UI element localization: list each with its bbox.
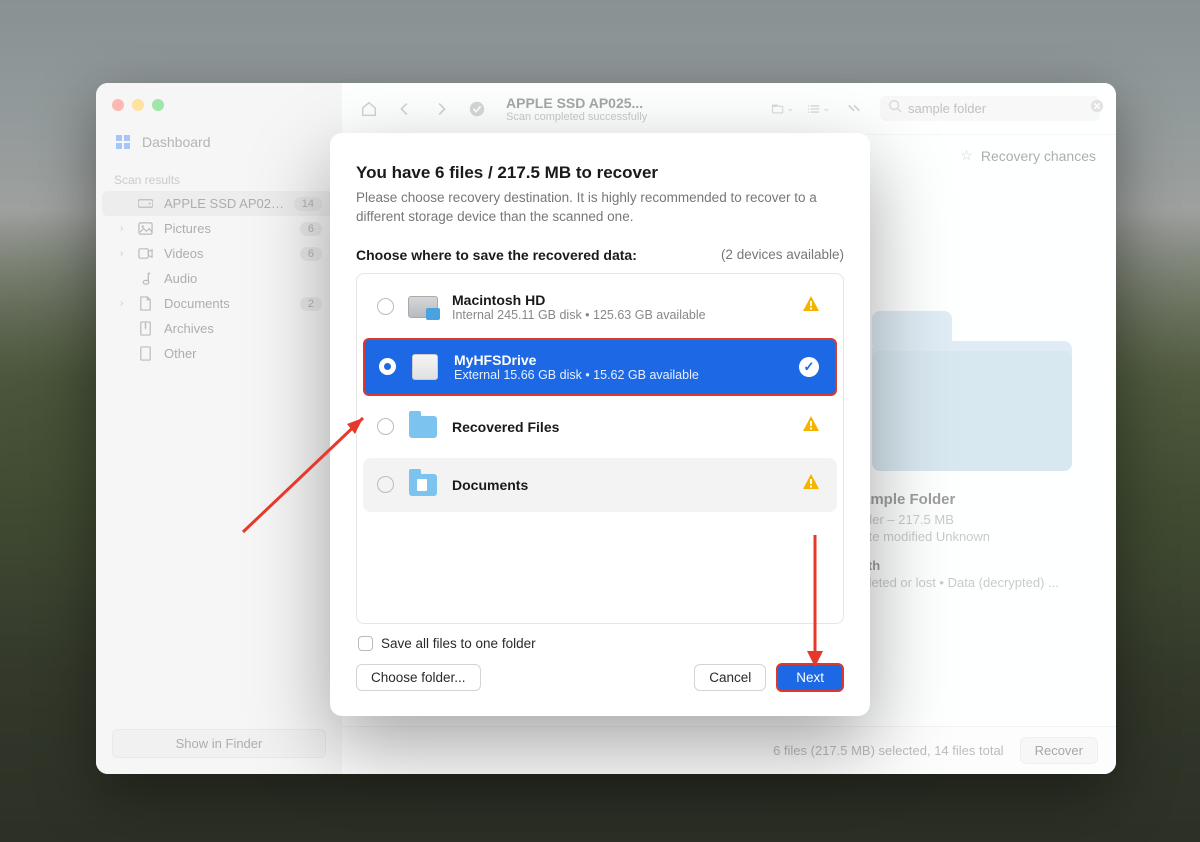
- warning-icon: [801, 472, 821, 497]
- folder-icon: [408, 470, 438, 500]
- devices-available: (2 devices available): [721, 247, 844, 262]
- destination-sub: Internal 245.11 GB disk • 125.63 GB avai…: [452, 308, 706, 322]
- destination-name: Documents: [452, 477, 528, 493]
- save-all-label: Save all files to one folder: [381, 636, 536, 651]
- check-icon: ✓: [799, 357, 819, 377]
- warning-icon: [801, 414, 821, 439]
- destination-macintosh-hd[interactable]: Macintosh HD Internal 245.11 GB disk • 1…: [363, 280, 837, 334]
- radio-icon[interactable]: [377, 476, 394, 493]
- modal-description: Please choose recovery destination. It i…: [356, 189, 844, 227]
- hdd-icon: [408, 292, 438, 322]
- destination-name: MyHFSDrive: [454, 352, 699, 368]
- choose-label: Choose where to save the recovered data:: [356, 247, 637, 263]
- radio-icon[interactable]: [377, 418, 394, 435]
- recovery-destination-dialog: You have 6 files / 217.5 MB to recover P…: [330, 133, 870, 716]
- folder-icon: [408, 412, 438, 442]
- warning-icon: [801, 294, 821, 319]
- destination-name: Macintosh HD: [452, 292, 706, 308]
- radio-icon[interactable]: [377, 298, 394, 315]
- choose-folder-button[interactable]: Choose folder...: [356, 664, 481, 691]
- cancel-button[interactable]: Cancel: [694, 664, 766, 691]
- next-button[interactable]: Next: [776, 663, 844, 692]
- destination-sub: External 15.66 GB disk • 15.62 GB availa…: [454, 368, 699, 382]
- destination-myhfsdrive[interactable]: MyHFSDrive External 15.66 GB disk • 15.6…: [363, 338, 837, 396]
- radio-icon[interactable]: [379, 358, 396, 375]
- modal-title: You have 6 files / 217.5 MB to recover: [356, 163, 844, 183]
- destination-recovered-files[interactable]: Recovered Files: [363, 400, 837, 454]
- checkbox-icon[interactable]: [358, 636, 373, 651]
- destination-list: Macintosh HD Internal 245.11 GB disk • 1…: [356, 273, 844, 624]
- external-drive-icon: [410, 352, 440, 382]
- save-all-checkbox-row[interactable]: Save all files to one folder: [356, 624, 844, 657]
- destination-name: Recovered Files: [452, 419, 559, 435]
- destination-documents[interactable]: Documents: [363, 458, 837, 512]
